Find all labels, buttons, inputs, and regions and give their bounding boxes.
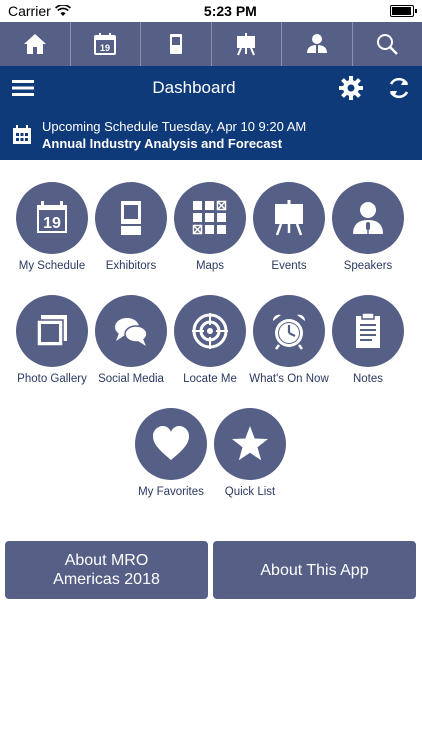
nav-exhibitors-button[interactable]: [141, 22, 212, 66]
heart-icon: [153, 426, 189, 460]
calendar-icon: 19: [37, 201, 67, 233]
tile-label: Speakers: [343, 260, 393, 272]
settings-gear-icon[interactable]: [338, 75, 364, 101]
easel-icon: [237, 33, 256, 56]
schedule-text: Upcoming Schedule Tuesday, Apr 10 9:20 A…: [42, 119, 306, 151]
tile-circle: [174, 182, 246, 254]
tile-locate-me[interactable]: Locate Me: [170, 295, 250, 386]
calendar-day-text: 19: [100, 43, 110, 53]
about-mro-button[interactable]: About MRO Americas 2018: [5, 541, 208, 599]
wifi-icon: [54, 5, 71, 16]
page-title: Dashboard: [152, 78, 236, 97]
nav-speakers-button[interactable]: [282, 22, 353, 66]
tile-label: My Favorites: [138, 486, 204, 498]
tile-quick-list[interactable]: Quick List: [210, 408, 290, 499]
tile-circle: 19: [16, 182, 88, 254]
tile-label: Notes: [352, 373, 384, 385]
header-actions: [338, 75, 412, 101]
easel-icon: [275, 200, 303, 236]
about-mro-label: About MRO Americas 2018: [53, 552, 160, 588]
tile-circle: [174, 295, 246, 367]
tile-notes[interactable]: Notes: [328, 295, 408, 386]
battery-fill: [391, 7, 411, 15]
tile-my-schedule[interactable]: 19 My Schedule: [12, 182, 92, 273]
tile-label: Quick List: [224, 486, 276, 498]
dashboard-header: Dashboard: [0, 66, 422, 110]
tile-maps[interactable]: Maps: [170, 182, 250, 273]
tile-circle: [214, 408, 286, 480]
status-bar: Carrier 5:23 PM: [0, 0, 422, 22]
tile-social-media[interactable]: Social Media: [91, 295, 171, 386]
photos-icon: [36, 315, 67, 347]
chat-bubbles-icon: [115, 318, 148, 346]
nav-search-button[interactable]: [353, 22, 422, 66]
map-grid-icon: [192, 200, 227, 235]
tile-events[interactable]: Events: [249, 182, 329, 273]
tile-label: Maps: [195, 260, 225, 272]
tile-circle: [332, 295, 404, 367]
tile-label: Locate Me: [183, 373, 237, 385]
tile-circle: [253, 182, 325, 254]
tile-exhibitors[interactable]: Exhibitors: [91, 182, 171, 273]
search-icon: [377, 34, 399, 55]
carrier-label: Carrier: [8, 3, 51, 19]
status-left: Carrier: [8, 3, 71, 19]
battery-icon: [389, 5, 417, 17]
nav-schedule-button[interactable]: 19: [71, 22, 141, 66]
home-icon: [23, 34, 46, 54]
calendar-icon: 19: [94, 33, 117, 55]
tile-photo-gallery[interactable]: Photo Gallery: [12, 295, 92, 386]
top-navigation: 19: [0, 22, 422, 66]
star-icon: [232, 426, 268, 461]
tile-my-favorites[interactable]: My Favorites: [131, 408, 211, 499]
tile-label: Photo Gallery: [17, 373, 87, 385]
menu-button[interactable]: [10, 75, 50, 101]
tile-circle: [332, 182, 404, 254]
speaker-icon: [353, 202, 383, 234]
hamburger-icon: [12, 80, 34, 96]
target-icon: [192, 313, 228, 349]
upcoming-schedule-banner[interactable]: Upcoming Schedule Tuesday, Apr 10 9:20 A…: [0, 110, 422, 160]
tile-circle: [253, 295, 325, 367]
exhibitor-icon: [169, 34, 182, 54]
schedule-session-title: Annual Industry Analysis and Forecast: [42, 136, 283, 151]
exhibitor-booth-icon: [121, 201, 141, 235]
refresh-icon[interactable]: [386, 75, 412, 101]
tile-label: My Schedule: [18, 260, 86, 272]
tile-label: What's On Now: [249, 373, 329, 385]
tile-speakers[interactable]: Speakers: [328, 182, 408, 273]
about-app-button[interactable]: About This App: [213, 541, 416, 599]
status-time: 5:23 PM: [203, 3, 257, 19]
schedule-icon-wrap: [6, 124, 38, 146]
tile-label: Exhibitors: [105, 260, 157, 272]
tile-whats-on-now[interactable]: What's On Now: [249, 295, 329, 386]
schedule-time-text: Upcoming Schedule Tuesday, Apr 10 9:20 A…: [42, 119, 307, 134]
calendar-day-text: 19: [43, 215, 61, 232]
about-app-label: About This App: [260, 561, 369, 579]
tile-circle: [135, 408, 207, 480]
speaker-icon: [306, 34, 327, 53]
nav-home-button[interactable]: [0, 22, 71, 66]
tile-circle: [95, 182, 167, 254]
clipboard-icon: [356, 312, 380, 348]
tile-circle: [95, 295, 167, 367]
nav-events-button[interactable]: [212, 22, 282, 66]
calendar-icon: [13, 125, 31, 144]
tile-label: Events: [271, 260, 307, 272]
tile-label: Social Media: [98, 373, 164, 385]
alarm-clock-icon: [272, 314, 306, 350]
tile-circle: [16, 295, 88, 367]
